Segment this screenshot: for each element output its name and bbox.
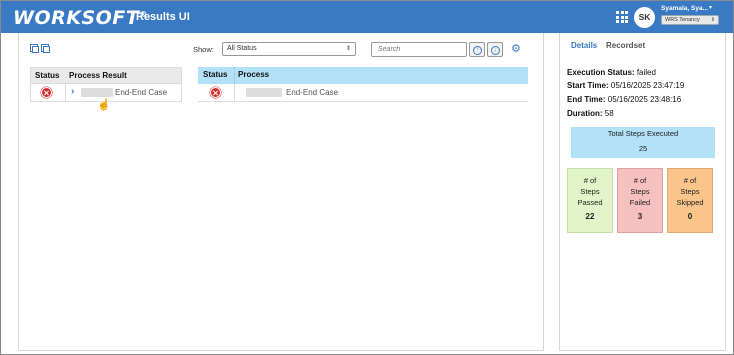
tenancy-select[interactable]: WRS Tenancy ⇕ [661, 15, 719, 25]
avatar[interactable]: SK [634, 7, 655, 28]
column-divider [234, 67, 235, 84]
status-failed-icon [42, 88, 51, 97]
worksoft-logo[interactable]: WORKSOFT® [13, 7, 148, 29]
total-steps-value: 25 [638, 144, 648, 153]
table-row[interactable]: End-End Case [198, 84, 528, 102]
steps-skipped-card: # of Steps Skipped 0 [667, 168, 713, 233]
copy-icon[interactable] [30, 44, 39, 53]
column-divider [65, 84, 66, 101]
steps-skipped-value: 0 [687, 212, 693, 221]
process-result-table: Status Process Result › End-End Case [30, 67, 182, 102]
tab-details[interactable]: Details [571, 41, 597, 50]
end-time: End Time: 05/16/2025 23:48:16 [567, 95, 682, 104]
top-header: WORKSOFT® Results UI SK Syamala, Sya... … [1, 1, 733, 33]
chevron-right-icon[interactable]: › [71, 86, 74, 97]
table-header: Status Process Result [30, 67, 182, 84]
select-caret-icon: ⇕ [345, 46, 351, 52]
collapse-icon: ↓ [493, 47, 497, 53]
tab-recordset[interactable]: Recordset [606, 41, 645, 50]
status-filter-select[interactable]: All Status ⇕ [222, 42, 356, 56]
user-menu-caret-icon[interactable]: ▾ [709, 4, 712, 11]
steps-failed-value: 3 [637, 212, 643, 221]
duration: Duration: 58 [567, 109, 614, 118]
redacted-text [246, 88, 282, 97]
table-header: Status Process [198, 67, 528, 84]
search-input[interactable] [371, 42, 467, 57]
column-divider [234, 84, 235, 101]
app-title: Results UI [136, 11, 190, 23]
collapse-all-button[interactable]: ↓ [487, 42, 503, 57]
copy-all-icon[interactable] [41, 44, 50, 53]
column-header-process-result[interactable]: Process Result [69, 71, 127, 80]
process-name: End-End Case [286, 88, 339, 97]
expand-icon: ↑ [475, 47, 479, 53]
process-name: End-End Case [115, 88, 168, 97]
expand-all-button[interactable]: ↑ [469, 42, 485, 57]
redacted-text [81, 88, 113, 97]
status-failed-icon [211, 88, 220, 97]
apps-grid-icon[interactable] [616, 11, 628, 23]
column-header-status[interactable]: Status [203, 70, 227, 79]
execution-status: Execution Status: failed [567, 68, 656, 77]
column-header-status[interactable]: Status [35, 71, 59, 80]
pointer-cursor-icon: ☝ [97, 99, 111, 111]
column-header-process[interactable]: Process [238, 70, 269, 79]
steps-passed-card: # of Steps Passed 22 [567, 168, 613, 233]
user-name[interactable]: Syamala, Sya... [661, 5, 708, 12]
steps-failed-card: # of Steps Failed 3 [617, 168, 663, 233]
total-steps-label: Total Steps Executed [607, 129, 679, 138]
start-time: Start Time: 05/16/2025 23:47:19 [567, 81, 685, 90]
process-table: Status Process End-End Case [198, 67, 528, 102]
steps-passed-value: 22 [585, 212, 595, 221]
tenancy-caret-icon: ⇕ [710, 17, 715, 23]
total-steps-card: Total Steps Executed 25 [571, 127, 715, 158]
show-label: Show: [193, 45, 214, 54]
settings-gear-icon[interactable]: ⚙ [511, 42, 521, 55]
